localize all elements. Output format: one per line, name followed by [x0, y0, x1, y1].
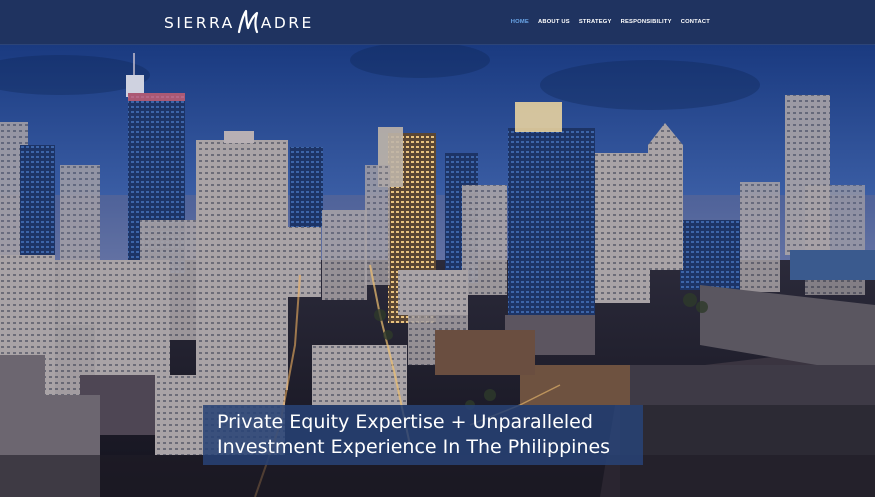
sierra-madre-m-icon [237, 9, 258, 34]
logo-text-sierra: SIERRA [164, 14, 235, 32]
logo-text-adre: ADRE [260, 14, 314, 32]
hero-headline-line-1: Private Equity Expertise + Unparalleled [217, 411, 593, 433]
nav-contact[interactable]: CONTACT [681, 19, 710, 25]
nav-strategy[interactable]: STRATEGY [579, 19, 612, 25]
nav-home[interactable]: HOME [511, 19, 529, 25]
site-header: SIERRA ADRE HOME ABOUT US STRATEGY RESPO… [0, 0, 875, 45]
nav-responsibility[interactable]: RESPONSIBILITY [621, 19, 672, 25]
site-logo[interactable]: SIERRA ADRE [164, 8, 314, 38]
hero-headline: Private Equity Expertise + Unparalleled … [203, 405, 643, 465]
main-nav: HOME ABOUT US STRATEGY RESPONSIBILITY CO… [502, 0, 710, 44]
nav-about-us[interactable]: ABOUT US [538, 19, 570, 25]
hero-headline-line-2: Investment Experience In The Philippines [217, 436, 611, 458]
